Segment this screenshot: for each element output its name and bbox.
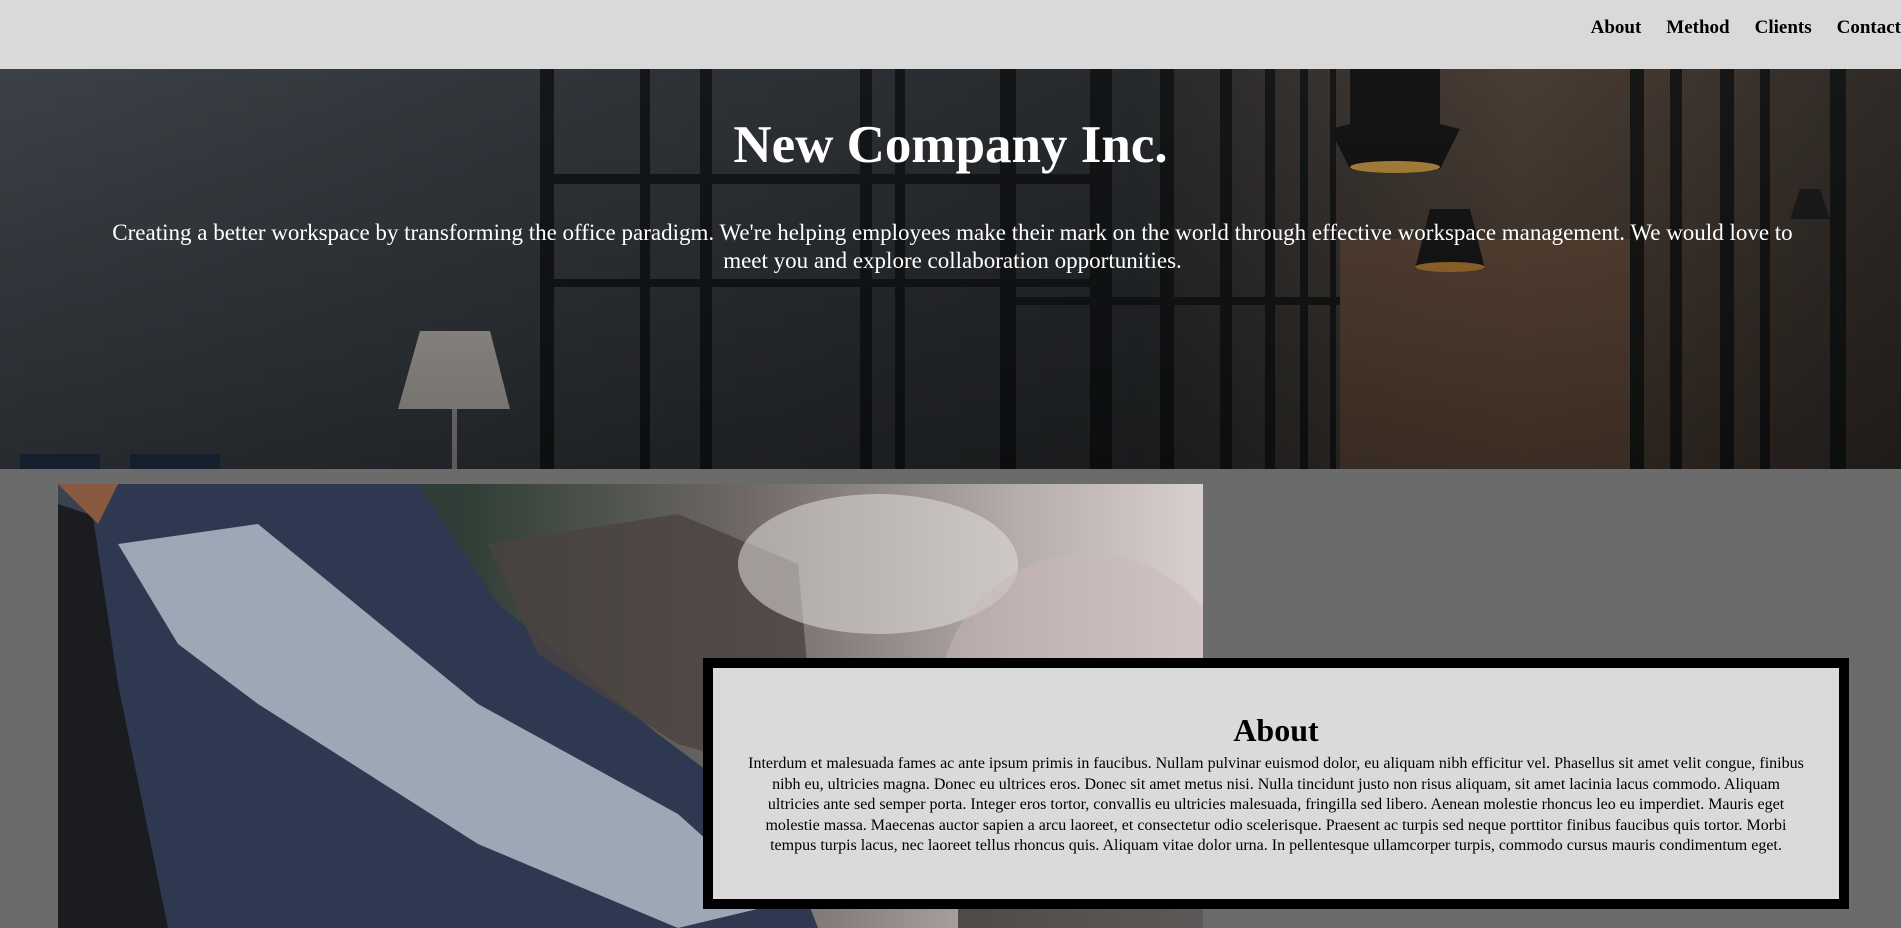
nav-link-clients[interactable]: Clients: [1755, 17, 1812, 39]
about-card-body: About Interdum et malesuada fames ac ant…: [713, 668, 1839, 899]
nav-links: About Method Clients Contact: [1591, 17, 1901, 39]
about-card: About Interdum et malesuada fames ac ant…: [703, 658, 1849, 909]
nav-link-contact[interactable]: Contact: [1837, 17, 1901, 39]
nav-link-about[interactable]: About: [1591, 17, 1642, 39]
hero-section: New Company Inc. Creating a better works…: [0, 69, 1901, 469]
navbar: About Method Clients Contact: [0, 0, 1901, 69]
about-text: Interdum et malesuada fames ac ante ipsu…: [748, 755, 1804, 854]
hero-title: New Company Inc.: [733, 116, 1168, 174]
hero-tagline: Creating a better workspace by transform…: [112, 220, 1793, 273]
nav-link-method[interactable]: Method: [1666, 17, 1729, 39]
about-heading: About: [1233, 712, 1319, 748]
